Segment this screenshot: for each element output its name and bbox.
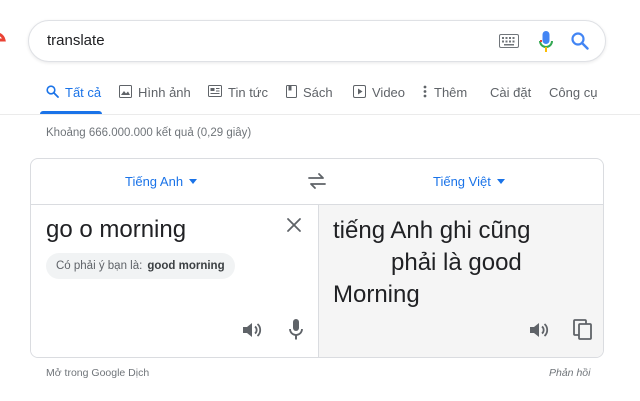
translation-line: Morning <box>333 281 420 308</box>
tab-videos[interactable]: Video <box>353 85 405 121</box>
tab-news[interactable]: Tin tức <box>208 85 268 121</box>
source-text-input[interactable]: go o morning <box>46 215 186 245</box>
tab-label: Cài đặt <box>490 85 532 100</box>
tab-label: Hình ảnh <box>138 85 191 100</box>
tab-label: Video <box>372 85 406 100</box>
tab-label: Tin tức <box>228 85 269 100</box>
mic-icon[interactable] <box>289 319 303 346</box>
mic-icon[interactable] <box>539 31 553 58</box>
open-in-google-translate-link[interactable]: Mở trong Google Dịch <box>46 367 149 379</box>
language-row: Tiếng Anh Tiếng Việt <box>31 159 603 205</box>
close-icon[interactable] <box>286 217 302 238</box>
translation-line: tiếng Anh ghi cũng <box>333 217 531 244</box>
tab-label: Sách <box>303 85 333 100</box>
tab-label: Công cụ <box>549 85 598 100</box>
book-icon <box>286 85 297 98</box>
target-language-label: Tiếng Việt <box>433 174 491 189</box>
search-input[interactable] <box>47 32 487 49</box>
did-you-mean-prefix: Có phải ý bạn là: <box>56 260 143 272</box>
swap-languages-icon[interactable] <box>307 172 327 195</box>
tab-images[interactable]: Hình ảnh <box>119 85 191 121</box>
search-tabs: Tất cả Hình ảnh Tin tức Sách Video Thêm … <box>0 78 640 114</box>
tab-settings[interactable]: Cài đặt <box>490 85 531 121</box>
tabs-divider <box>0 114 640 115</box>
google-logo-fragment[interactable] <box>0 28 6 52</box>
target-language-select[interactable]: Tiếng Việt <box>433 174 505 189</box>
copy-icon[interactable] <box>573 319 593 346</box>
speaker-icon[interactable] <box>529 321 549 344</box>
image-icon <box>119 85 132 98</box>
search-icon[interactable] <box>571 32 589 55</box>
source-language-label: Tiếng Anh <box>125 174 184 189</box>
search-icon <box>46 85 59 98</box>
source-pane: go o morning Có phải ý bạn là: good morn… <box>31 205 318 357</box>
search-box[interactable] <box>28 20 606 62</box>
target-pane: tiếng Anh ghi cũng phải là good Morning <box>318 205 603 357</box>
did-you-mean-suggestion: good morning <box>147 260 225 272</box>
tab-tools[interactable]: Công cụ <box>549 85 597 121</box>
tab-more[interactable]: Thêm <box>423 85 467 121</box>
source-language-select[interactable]: Tiếng Anh <box>125 174 198 189</box>
translation-line: phải là good <box>391 249 522 276</box>
dropdown-arrow-icon <box>496 179 505 184</box>
dropdown-arrow-icon <box>189 179 198 184</box>
keyboard-icon[interactable] <box>499 34 519 53</box>
tab-books[interactable]: Sách <box>286 85 333 121</box>
tab-label: Thêm <box>434 85 468 100</box>
news-icon <box>208 85 222 97</box>
more-vert-icon <box>423 85 427 98</box>
feedback-link[interactable]: Phản hồi <box>549 367 590 379</box>
tab-all[interactable]: Tất cả <box>46 85 101 121</box>
video-icon <box>353 85 366 98</box>
result-stats: Khoảng 666.000.000 kết quả (0,29 giây) <box>46 127 252 139</box>
speaker-icon[interactable] <box>242 321 262 344</box>
tab-label: Tất cả <box>65 85 102 100</box>
did-you-mean-chip[interactable]: Có phải ý bạn là: good morning <box>46 253 235 279</box>
translation-output: tiếng Anh ghi cũng phải là good Morning <box>333 215 593 311</box>
translate-card: Tiếng Anh Tiếng Việt go o morning Có phả… <box>30 158 604 358</box>
